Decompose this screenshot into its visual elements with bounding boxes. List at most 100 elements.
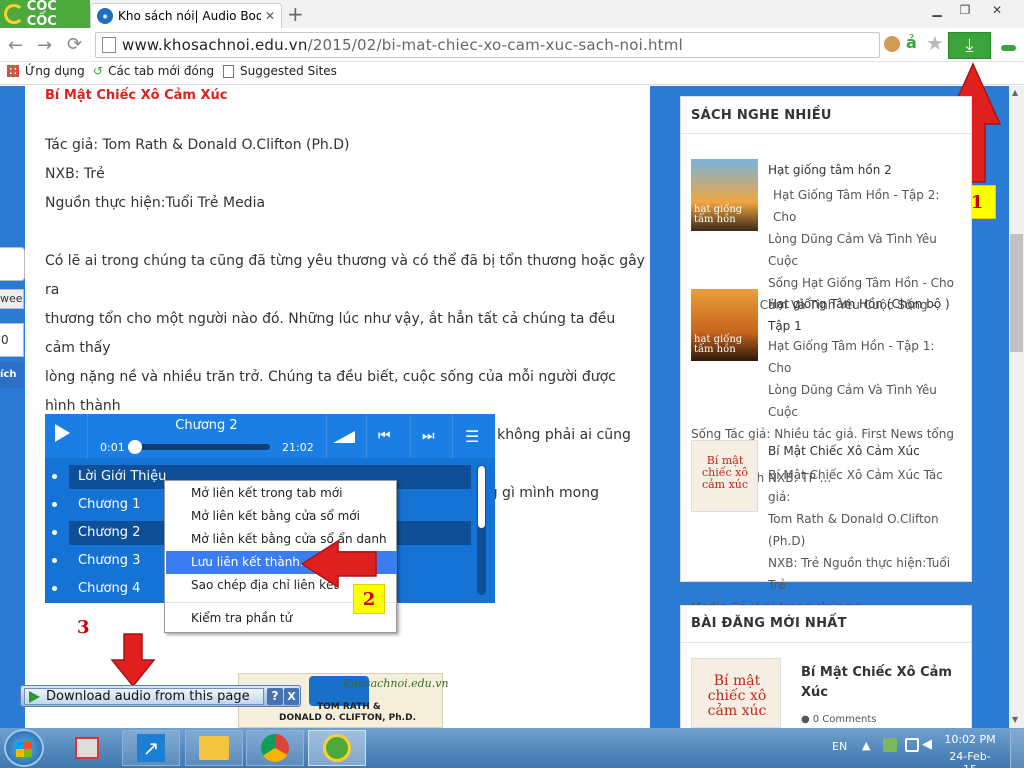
- windows-logo-icon: [16, 741, 32, 757]
- chrome-icon: [261, 734, 289, 762]
- reload-icon[interactable]: ⟳: [67, 34, 82, 55]
- clock-date[interactable]: 24-Feb-15: [944, 750, 996, 768]
- tray-app-icon[interactable]: [883, 738, 897, 752]
- clock-time[interactable]: 10:02 PM: [944, 733, 996, 746]
- bullet: [52, 502, 57, 507]
- play-icon[interactable]: [55, 424, 70, 442]
- close-window-icon[interactable]: ✕: [982, 0, 1012, 20]
- sidebar-heading: BÀI ĐĂNG MỚI NHẤT: [691, 616, 847, 631]
- tray-expand-icon[interactable]: ▲: [862, 739, 870, 752]
- playlist-icon[interactable]: ☰: [465, 427, 479, 446]
- annotation-arrow-left: [300, 539, 377, 589]
- bookmark-recent-tabs[interactable]: ↺ Các tab mới đóng: [93, 64, 214, 78]
- cover-authors: TOM RATH &: [317, 702, 381, 712]
- menu-item-open-new-tab[interactable]: Mở liên kết trong tab mới: [166, 482, 397, 505]
- book-title-link[interactable]: Bí Mật Chiếc Xô Cảm Xúc: [768, 444, 920, 458]
- bullet: [52, 586, 57, 591]
- bookmark-suggested[interactable]: Suggested Sites: [223, 64, 337, 78]
- scroll-down-icon[interactable]: ▼: [1012, 715, 1018, 724]
- coccoc-icon: [323, 734, 351, 762]
- coccoc-logo[interactable]: CỐC CỐC: [0, 0, 90, 29]
- divider: [452, 414, 453, 458]
- taskbar-explorer[interactable]: [185, 730, 243, 766]
- start-button[interactable]: [4, 729, 44, 767]
- forward-icon[interactable]: →: [37, 35, 52, 56]
- coccoc-logo-icon: [4, 4, 24, 24]
- arrow-app-icon: ↗: [137, 734, 165, 762]
- annotation-number: 3: [77, 617, 90, 638]
- latest-post-title[interactable]: Bí Mật Chiếc Xô Cảm Xúc: [801, 663, 961, 703]
- scroll-up-icon[interactable]: ▲: [1012, 88, 1018, 97]
- cookie-icon[interactable]: [884, 36, 900, 52]
- progress-track[interactable]: [128, 444, 270, 450]
- time-current: 0:01: [100, 441, 125, 454]
- restore-icon[interactable]: ❐: [950, 0, 980, 20]
- bookmark-apps[interactable]: Ứng dụng: [7, 64, 85, 78]
- menu-icon[interactable]: [1001, 45, 1016, 51]
- play-green-icon: [29, 690, 40, 703]
- back-icon[interactable]: ←: [8, 35, 23, 56]
- volume-icon[interactable]: [333, 431, 355, 443]
- speaker-icon[interactable]: ◀: [922, 737, 932, 752]
- share-count-box: [0, 247, 25, 281]
- cover-authors: DONALD O. CLIFTON, Ph.D.: [279, 713, 416, 723]
- book-title-link[interactable]: Hạt giống Tâm Hồn (Chọn bộ ) Tập 1: [768, 293, 963, 337]
- sidebar-heading: SÁCH NGHE NHIỀU: [691, 108, 832, 123]
- folder-icon: [199, 736, 229, 760]
- apps-grid-icon: [7, 65, 19, 77]
- like-button[interactable]: ích: [0, 362, 24, 388]
- time-total: 21:02: [282, 441, 314, 454]
- minimize-icon[interactable]: ▁: [922, 0, 952, 20]
- download-audio-button[interactable]: Download audio from this page: [24, 688, 264, 705]
- tab-title: Kho sách nói| Audio Book|: [118, 9, 261, 23]
- tab-active[interactable]: ◉ Kho sách nói| Audio Book| ✕: [90, 3, 282, 28]
- book-cover-latest[interactable]: Bí mật chiếc xô cảm xúc: [691, 658, 781, 728]
- latest-post-meta: ● 0 Comments: [801, 714, 877, 725]
- book-title-link[interactable]: Hạt giống tâm hồn 2: [768, 163, 892, 177]
- taskbar-coccoc[interactable]: [308, 730, 366, 766]
- book-desc: Bí Mật Chiếc Xô Cảm Xúc Tác giả: Tom Rat…: [691, 468, 951, 614]
- network-app-icon: [75, 737, 99, 759]
- download-button[interactable]: ⤓: [948, 32, 991, 59]
- close-bar-button[interactable]: X: [284, 688, 299, 705]
- url-path: /2015/02/bi-mat-chiec-xo-cam-xuc-sach-no…: [307, 36, 683, 54]
- bullet: [52, 558, 57, 563]
- previous-track-icon[interactable]: ⏮: [378, 428, 391, 444]
- progress-handle[interactable]: [128, 440, 142, 454]
- article-source: Nguồn thực hiện:Tuổi Trẻ Media: [45, 195, 266, 211]
- page-scroll-thumb[interactable]: [1010, 234, 1023, 352]
- page-scrollbar[interactable]: [1009, 86, 1024, 728]
- annotation-arrow-down: [110, 633, 156, 688]
- playlist-scroll-thumb[interactable]: [478, 466, 485, 528]
- network-status-icon[interactable]: [905, 738, 919, 752]
- menu-item-open-new-window[interactable]: Mở liên kết bằng cửa sổ mới: [166, 505, 397, 528]
- taskbar-network-app[interactable]: [58, 730, 116, 766]
- page-icon: [223, 64, 234, 78]
- translate-icon[interactable]: ả: [906, 33, 917, 52]
- article-publisher: NXB: Trẻ: [45, 166, 105, 182]
- star-icon[interactable]: ★: [926, 31, 944, 55]
- new-tab-button[interactable]: +: [287, 2, 304, 26]
- show-desktop-button[interactable]: [1010, 729, 1024, 768]
- site-favicon-icon: ◉: [97, 8, 113, 24]
- language-indicator[interactable]: EN: [832, 740, 847, 753]
- next-track-icon[interactable]: ⏭: [422, 428, 435, 444]
- divider: [366, 414, 367, 458]
- track-title: Chương 2: [175, 418, 238, 433]
- like-count-box: 0: [0, 323, 24, 357]
- article-author: Tác giả: Tom Rath & Donald O.Clifton (Ph…: [45, 137, 350, 153]
- help-button[interactable]: ?: [267, 688, 283, 705]
- taskbar-shortcut[interactable]: ↗: [122, 730, 180, 766]
- tab-close-icon[interactable]: ✕: [265, 9, 275, 23]
- divider: [410, 414, 411, 458]
- tweet-button[interactable]: weet: [0, 289, 24, 309]
- divider: [681, 133, 971, 134]
- comment-icon: ●: [801, 714, 810, 725]
- bullet: [52, 474, 57, 479]
- download-icon: ⤓: [965, 35, 974, 56]
- address-bar[interactable]: www.khosachnoi.edu.vn/2015/02/bi-mat-chi…: [95, 32, 880, 58]
- article-title: Bí Mật Chiếc Xô Cảm Xúc: [45, 88, 228, 103]
- brand-label: CỐC CỐC: [26, 0, 57, 29]
- page-icon: [102, 37, 116, 53]
- taskbar-chrome[interactable]: [246, 730, 304, 766]
